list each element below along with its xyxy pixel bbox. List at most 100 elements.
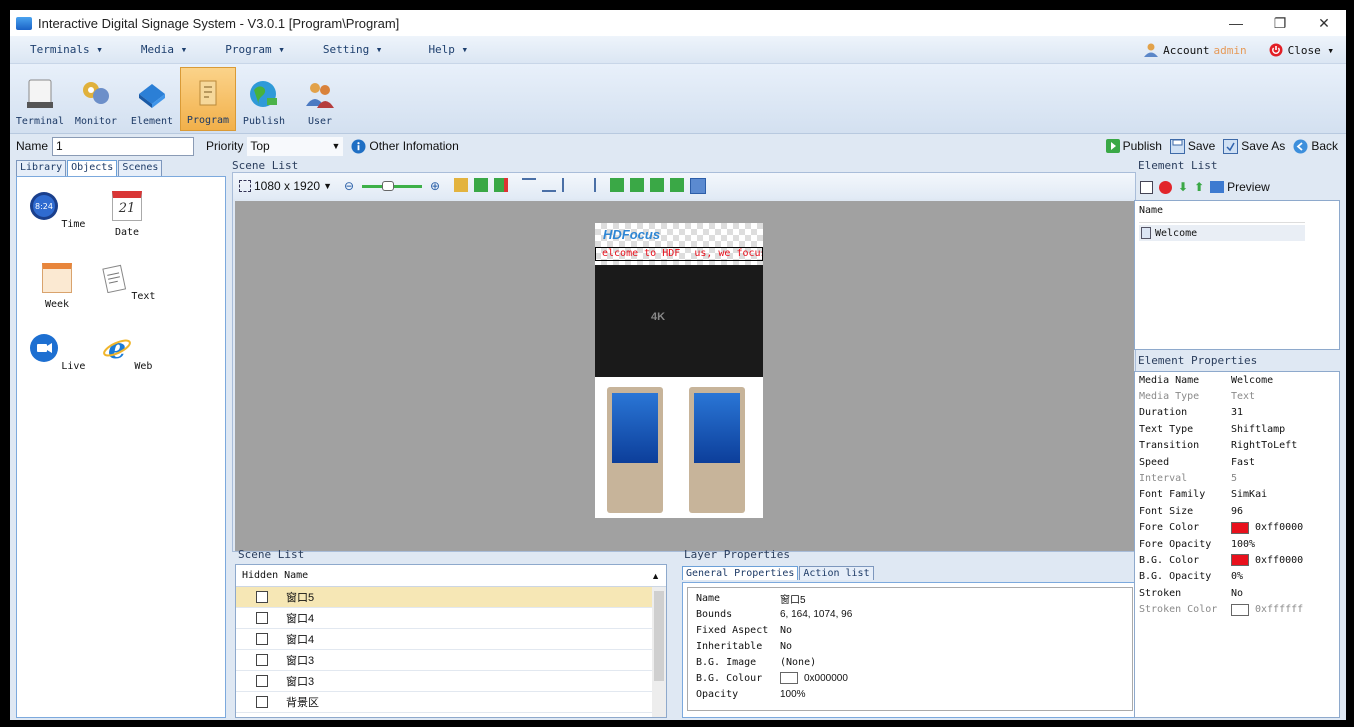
video-region[interactable]: 4K: [595, 265, 763, 377]
tool-copy-icon[interactable]: [454, 178, 469, 192]
object-time[interactable]: 8:24 Time: [27, 191, 87, 230]
move-up-icon[interactable]: ⬆: [1194, 180, 1204, 194]
object-live[interactable]: Live: [27, 333, 87, 372]
prop-value[interactable]: 0%: [1231, 571, 1243, 582]
hidden-checkbox[interactable]: [256, 633, 268, 645]
priority-select[interactable]: Top ▼: [247, 136, 344, 156]
scene-canvas[interactable]: HDFocus elcome to HDF us, we focus 4K: [235, 201, 1134, 551]
tool-backward-icon[interactable]: [670, 178, 685, 192]
toolbar-program[interactable]: Program: [180, 67, 236, 131]
table-row[interactable]: 背景区: [236, 692, 666, 713]
edit-icon[interactable]: [1140, 180, 1153, 194]
close-menu[interactable]: Close ▾: [1269, 43, 1334, 57]
tool-ungroup-icon[interactable]: [494, 178, 509, 192]
toolbar-element[interactable]: Element: [124, 67, 180, 131]
tab-scenes[interactable]: Scenes: [118, 160, 163, 176]
zoom-in-icon[interactable]: ⊕: [430, 179, 440, 193]
object-week[interactable]: Week: [27, 263, 87, 310]
toolbar-terminal[interactable]: Terminal: [12, 67, 68, 131]
toolbar-user[interactable]: User: [292, 67, 348, 131]
table-row[interactable]: 窗口3: [236, 671, 666, 692]
prop-value[interactable]: No: [780, 625, 792, 636]
menu-media[interactable]: Media ▾: [141, 43, 187, 56]
prop-value[interactable]: RightToLeft: [1231, 440, 1297, 451]
tool-align-bottom-icon[interactable]: [542, 178, 557, 192]
tool-align-top-icon[interactable]: [522, 178, 537, 192]
prop-value[interactable]: Shiftlamp: [1231, 424, 1285, 435]
minimize-button[interactable]: —: [1214, 10, 1258, 36]
tab-action-list[interactable]: Action list: [799, 566, 874, 580]
list-scroll-thumb[interactable]: [654, 591, 664, 681]
prop-value[interactable]: 31: [1231, 407, 1243, 418]
toolbar-publish[interactable]: Publish: [236, 67, 292, 131]
account-menu[interactable]: Account admin: [1143, 43, 1247, 57]
back-button[interactable]: Back: [1293, 139, 1338, 154]
prop-value[interactable]: 0x000000: [804, 673, 848, 684]
tool-group-icon[interactable]: [474, 178, 489, 192]
menu-program[interactable]: Program ▾: [225, 43, 285, 56]
prop-value[interactable]: 100%: [1231, 539, 1255, 550]
scene-preview[interactable]: HDFocus elcome to HDF us, we focus 4K: [595, 223, 763, 518]
prop-value[interactable]: 窗口5: [780, 591, 806, 606]
tool-send-back-icon[interactable]: [630, 178, 645, 192]
list-scrollbar[interactable]: [652, 587, 666, 717]
prop-value[interactable]: 0xff0000: [1255, 522, 1303, 533]
tool-fit-icon[interactable]: [690, 178, 707, 194]
kiosk-image-left[interactable]: [607, 387, 663, 513]
prop-value[interactable]: SimKai: [1231, 489, 1267, 500]
close-window-button[interactable]: ✕: [1302, 10, 1346, 36]
toolbar-monitor[interactable]: Monitor: [68, 67, 124, 131]
scroll-up-icon[interactable]: ▲: [651, 571, 660, 581]
table-row[interactable]: 窗口3: [236, 650, 666, 671]
hidden-checkbox[interactable]: [256, 675, 268, 687]
save-button[interactable]: Save: [1169, 138, 1215, 154]
prop-value[interactable]: No: [1231, 588, 1243, 599]
prop-value[interactable]: 96: [1231, 506, 1243, 517]
prop-value[interactable]: (None): [780, 657, 816, 668]
welcome-text-layer[interactable]: elcome to HDF us, we focus: [595, 247, 763, 261]
hidden-checkbox[interactable]: [256, 654, 268, 666]
zoom-slider[interactable]: [362, 180, 423, 191]
zoom-out-icon[interactable]: ⊖: [344, 179, 354, 193]
tool-align-right-icon[interactable]: [582, 178, 597, 192]
table-row[interactable]: 窗口5: [236, 587, 666, 608]
hidden-checkbox[interactable]: [256, 612, 268, 624]
object-web[interactable]: e Web: [97, 332, 157, 372]
menu-setting[interactable]: Setting ▾: [323, 43, 383, 56]
prop-value[interactable]: Fast: [1231, 457, 1255, 468]
tab-library[interactable]: Library: [16, 160, 67, 176]
tool-forward-icon[interactable]: [650, 178, 665, 192]
bg-color-swatch[interactable]: [1231, 554, 1249, 567]
remove-icon[interactable]: [1159, 180, 1172, 194]
name-input[interactable]: 1: [52, 136, 195, 156]
other-info-button[interactable]: Other Infomation: [351, 139, 459, 154]
object-date[interactable]: 21 Date: [97, 191, 157, 238]
bg-colour-swatch[interactable]: [780, 672, 798, 684]
maximize-button[interactable]: ❐: [1258, 10, 1302, 36]
prop-value[interactable]: 100%: [780, 689, 806, 700]
object-text[interactable]: Text: [97, 263, 157, 302]
tool-bring-front-icon[interactable]: [610, 178, 625, 192]
banner-region[interactable]: HDFocus elcome to HDF us, we focus: [595, 223, 763, 265]
tab-general-properties[interactable]: General Properties: [682, 566, 799, 580]
tool-align-left-icon[interactable]: [562, 178, 576, 192]
preview-button[interactable]: Preview: [1210, 180, 1270, 194]
list-item[interactable]: Welcome: [1139, 225, 1305, 241]
menu-help[interactable]: Help ▾: [428, 43, 468, 56]
move-down-icon[interactable]: ⬇: [1178, 180, 1188, 194]
prop-value[interactable]: 0xff0000: [1255, 555, 1303, 566]
prop-value[interactable]: Welcome: [1231, 375, 1273, 386]
hidden-checkbox[interactable]: [256, 591, 268, 603]
resolution-select[interactable]: ​ 1080 x 1920 ▼: [239, 179, 332, 193]
kiosk-image-right[interactable]: [689, 387, 745, 513]
zoom-slider-thumb[interactable]: [382, 180, 395, 191]
tab-objects[interactable]: Objects: [67, 160, 118, 176]
table-row[interactable]: 窗口4: [236, 629, 666, 650]
fore-color-swatch[interactable]: [1231, 521, 1249, 534]
prop-value[interactable]: 6, 164, 1074, 96: [780, 609, 852, 620]
publish-button[interactable]: Publish: [1105, 139, 1162, 153]
menu-terminals[interactable]: Terminals ▾: [30, 43, 103, 56]
prop-value[interactable]: No: [780, 641, 792, 652]
hidden-checkbox[interactable]: [256, 696, 268, 708]
table-row[interactable]: 窗口4: [236, 608, 666, 629]
